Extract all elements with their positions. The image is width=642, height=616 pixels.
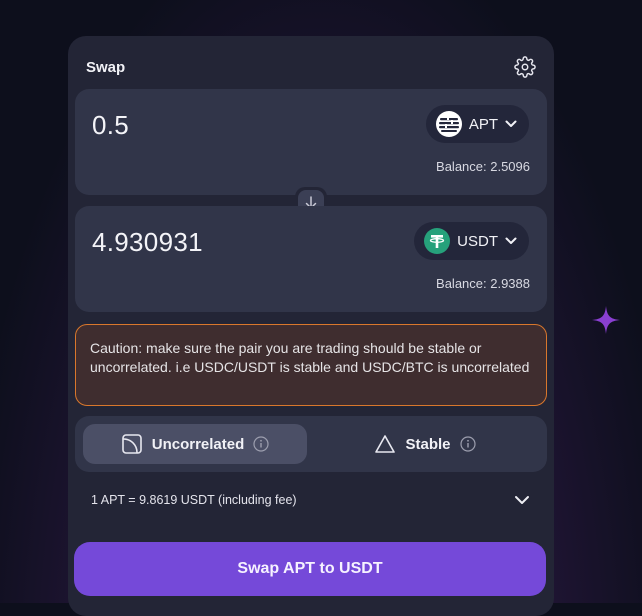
- to-amount-value[interactable]: 4.930931: [92, 227, 203, 258]
- from-token-selector[interactable]: APT: [425, 105, 529, 143]
- uncorrelated-label: Uncorrelated: [151, 435, 245, 453]
- gear-icon[interactable]: [514, 56, 536, 78]
- chevron-down-icon[interactable]: [514, 495, 530, 505]
- curve-type-selector: Uncorrelated Stable: [75, 416, 547, 472]
- from-token-symbol: APT: [468, 115, 498, 133]
- swap-button[interactable]: Swap APT to USDT: [74, 542, 546, 596]
- uncorrelated-option[interactable]: Uncorrelated: [83, 424, 307, 464]
- to-token-panel: 4.930931 USDT Balance: 2.9388: [75, 206, 547, 312]
- info-icon[interactable]: [253, 436, 269, 452]
- swap-header: Swap: [86, 54, 536, 80]
- stable-option[interactable]: Stable: [313, 424, 537, 464]
- swap-card: Swap 0.5 APT Balance: 2.5096 4.930931 US…: [68, 36, 554, 616]
- chevron-down-icon: [505, 237, 517, 244]
- curve-icon: [121, 434, 142, 454]
- rate-row: 1 APT = 9.8619 USDT (including fee): [91, 488, 530, 512]
- from-token-panel: 0.5 APT Balance: 2.5096: [75, 89, 547, 195]
- tether-logo-icon: [424, 228, 451, 254]
- chevron-down-icon: [505, 120, 517, 127]
- exchange-rate: 1 APT = 9.8619 USDT (including fee): [91, 493, 297, 507]
- aptos-logo-icon: [435, 111, 462, 137]
- from-amount-input[interactable]: 0.5: [92, 110, 129, 141]
- to-token-symbol: USDT: [457, 232, 498, 250]
- swap-title: Swap: [86, 58, 126, 76]
- triangle-icon: [375, 435, 396, 453]
- from-balance: Balance: 2.5096: [436, 159, 530, 174]
- caution-message: Caution: make sure the pair you are trad…: [75, 324, 547, 406]
- stable-label: Stable: [405, 435, 451, 453]
- to-token-selector[interactable]: USDT: [414, 222, 529, 260]
- sparkle-decoration-icon: [592, 306, 620, 334]
- to-balance: Balance: 2.9388: [436, 276, 530, 291]
- info-icon[interactable]: [459, 436, 476, 452]
